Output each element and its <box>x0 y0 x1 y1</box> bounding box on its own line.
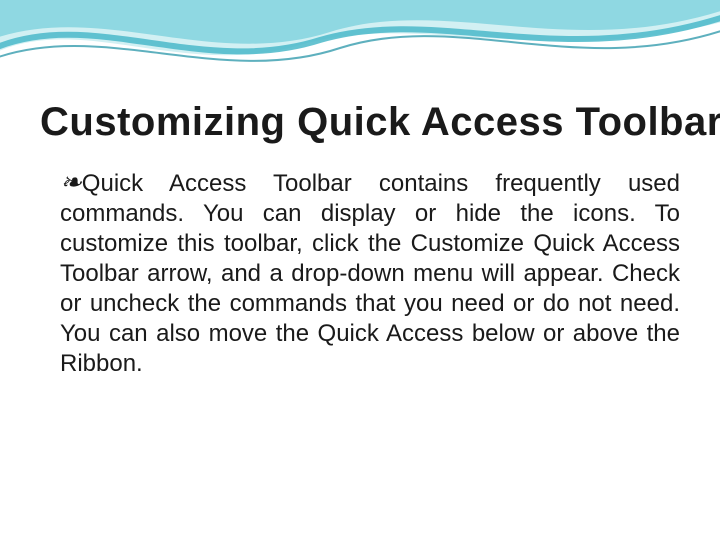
slide-title: Customizing Quick Access Toolbar <box>40 100 680 145</box>
slide-body: ❧Quick Access Toolbar contains frequentl… <box>60 169 680 379</box>
slide-body-text: Quick Access Toolbar contains frequently… <box>60 170 680 377</box>
slide: Customizing Quick Access Toolbar ❧Quick … <box>0 0 720 540</box>
bullet-icon: ❧ <box>60 168 82 197</box>
slide-body-wrap: ❧Quick Access Toolbar contains frequentl… <box>40 169 680 379</box>
